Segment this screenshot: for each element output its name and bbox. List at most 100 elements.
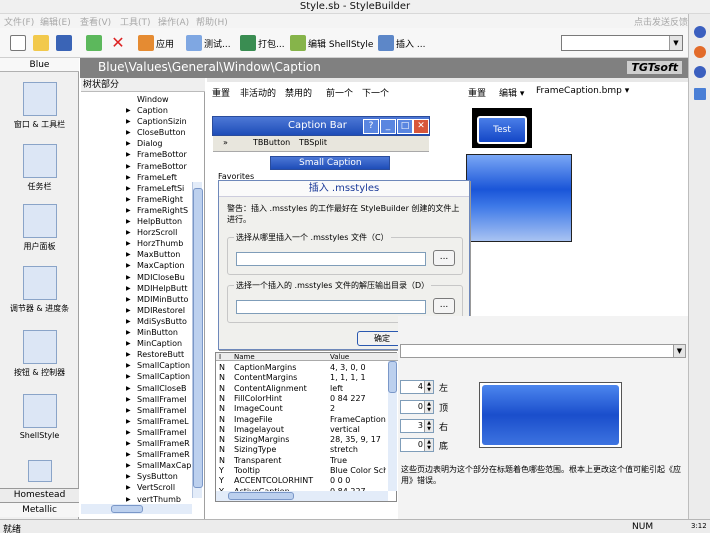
dock-icon[interactable] [694, 26, 706, 38]
tree-item[interactable]: FrameBottor [126, 162, 187, 171]
tree-item[interactable]: MDIHelpButt [126, 284, 187, 293]
menu-edit[interactable]: 编辑(E) [40, 15, 71, 28]
category-user-panel[interactable]: 用户面板 [0, 204, 79, 252]
add-button[interactable] [86, 34, 102, 52]
tree-item[interactable]: MDIMinButto [126, 295, 188, 304]
scroll-thumb[interactable] [228, 492, 294, 500]
property-row[interactable]: N CaptionMargins 4, 3, 0, 0 [216, 363, 386, 373]
pack-button[interactable]: 打包... [240, 34, 285, 52]
tree-item[interactable]: SmallFrameI [126, 395, 186, 404]
property-select[interactable]: ▼ [400, 344, 686, 358]
property-row[interactable]: N SizingType stretch [216, 445, 386, 455]
apply-button[interactable]: 应用 [138, 34, 174, 52]
category-window-toolbar[interactable]: 窗口 & 工具栏 [0, 82, 79, 130]
theme-metallic[interactable]: Metallic [0, 502, 79, 517]
tree-item[interactable]: SmallCaption [126, 372, 190, 381]
disabled-button[interactable]: 禁用的 [285, 86, 312, 99]
toolbar-combo[interactable]: ▼ [561, 35, 683, 51]
tree-item[interactable]: MDICloseBu [126, 273, 185, 282]
tree-item[interactable]: SmallFrameI [126, 406, 186, 415]
tree-item[interactable]: SmallCaption [126, 361, 190, 370]
theme-homestead[interactable]: Homestead [0, 488, 79, 502]
property-row[interactable]: N Transparent True [216, 456, 386, 466]
category-more[interactable] [0, 460, 79, 485]
right-margin-stepper[interactable]: 3 ▲ ▼ [400, 419, 434, 433]
dock-icon[interactable] [694, 66, 706, 78]
dock-icon[interactable] [694, 46, 706, 58]
inactive-button[interactable]: 非活动的 [240, 86, 276, 99]
property-horizontal-scrollbar[interactable] [216, 491, 388, 501]
scroll-thumb[interactable] [388, 361, 397, 393]
image-reset-button[interactable]: 重置 [468, 86, 486, 99]
tree-item[interactable]: MaxButton [126, 250, 180, 259]
property-row[interactable]: Y Tooltip Blue Color Sch [216, 466, 386, 476]
tree-root[interactable]: Window [137, 95, 169, 104]
tree-item[interactable]: SmallMaxCap [126, 461, 191, 470]
tree-item[interactable]: FrameLeft [126, 173, 177, 182]
category-shellstyle[interactable]: ShellStyle [0, 394, 79, 440]
tree-item[interactable]: VertScroll [126, 483, 175, 492]
tree-item[interactable]: CloseButton [126, 128, 186, 137]
insert-button[interactable]: 插入 ... [378, 34, 425, 52]
tree-item[interactable]: MinButton [126, 328, 178, 337]
bottom-margin-stepper[interactable]: 0 ▲ ▼ [400, 438, 434, 452]
delete-button[interactable]: ✕ [110, 34, 126, 52]
category-trackbar-progress[interactable]: 调节器 & 进度条 [0, 266, 79, 314]
property-row[interactable]: N ImageCount 2 [216, 404, 386, 414]
menu-actions[interactable]: 操作(A) [158, 15, 189, 28]
edit-shellstyle-button[interactable]: 编辑 ShellStyle [290, 34, 373, 52]
property-row[interactable]: N SizingMargins 28, 35, 9, 17 [216, 435, 386, 445]
property-row[interactable]: Y ACCENTCOLORHINT 0 0 0 [216, 476, 386, 486]
tree-item[interactable]: FrameRight [126, 195, 183, 204]
source-file-input[interactable] [236, 252, 426, 266]
scroll-thumb[interactable] [193, 188, 203, 488]
menu-help[interactable]: 帮助(H) [196, 15, 228, 28]
tree-item[interactable]: SmallCloseB [126, 384, 186, 393]
image-edit-button[interactable]: 编辑 ▾ [499, 86, 524, 99]
tree-item[interactable]: RestoreButt [126, 350, 184, 359]
tree-item[interactable]: HorzScroll [126, 228, 177, 237]
tree-item[interactable]: SmallFrameR [126, 450, 190, 459]
tree-horizontal-scrollbar[interactable] [81, 504, 192, 514]
top-margin-stepper[interactable]: 0 ▲ ▼ [400, 400, 434, 414]
next-button[interactable]: 下一个 [362, 86, 389, 99]
tree-item[interactable]: Dialog [126, 139, 163, 148]
tree-item[interactable]: CaptionSizin [126, 117, 187, 126]
open-button[interactable] [33, 34, 49, 52]
property-row[interactable]: N Imagelayout vertical [216, 425, 386, 435]
menu-tools[interactable]: 工具(T) [120, 15, 151, 28]
tree-item[interactable]: FrameLeftSi [126, 184, 184, 193]
property-row[interactable]: N ContentAlignment left [216, 384, 386, 394]
property-row[interactable]: N ContentMargins 1, 1, 1, 1 [216, 373, 386, 383]
tree-item[interactable]: vertThumb [126, 495, 181, 504]
property-row[interactable]: N FillColorHint 0 84 227 [216, 394, 386, 404]
reset-button[interactable]: 重置 [212, 86, 230, 99]
tree-item[interactable]: SmallFrameI [126, 428, 186, 437]
tree-item[interactable]: MaxCaption [126, 261, 185, 270]
image-file-select[interactable]: FrameCaption.bmp ▾ [536, 86, 629, 96]
tree-item[interactable]: HelpButton [126, 217, 182, 226]
property-row[interactable]: N ImageFile FrameCaption. [216, 415, 386, 425]
tree-item[interactable]: FrameBottor [126, 150, 187, 159]
tree-item[interactable]: MDIRestoreI [126, 306, 185, 315]
scroll-thumb[interactable] [111, 505, 143, 513]
category-taskbar[interactable]: 任务栏 [0, 144, 79, 192]
browse-source-button[interactable]: ... [433, 250, 455, 266]
tree-item[interactable]: SysButton [126, 472, 178, 481]
menu-view[interactable]: 查看(V) [80, 15, 111, 28]
tree-item[interactable]: MdiSysButto [126, 317, 187, 326]
output-dir-input[interactable] [236, 300, 426, 314]
category-buttons-controls[interactable]: 按钮 & 控制器 [0, 330, 79, 378]
left-margin-stepper[interactable]: 4 ▲ ▼ [400, 380, 434, 394]
dock-icon[interactable] [694, 88, 706, 100]
browse-output-button[interactable]: ... [433, 298, 455, 314]
test-button[interactable]: 测试... [186, 34, 231, 52]
prev-button[interactable]: 前一个 [326, 86, 353, 99]
save-button[interactable] [56, 34, 72, 52]
new-button[interactable] [10, 34, 26, 52]
tree-item[interactable]: MinCaption [126, 339, 182, 348]
tree-item[interactable]: SmallFrameL [126, 417, 189, 426]
tree-vertical-scrollbar[interactable] [192, 182, 203, 498]
tree-item[interactable]: HorzThumb [126, 239, 183, 248]
menu-file[interactable]: 文件(F) [4, 15, 34, 28]
